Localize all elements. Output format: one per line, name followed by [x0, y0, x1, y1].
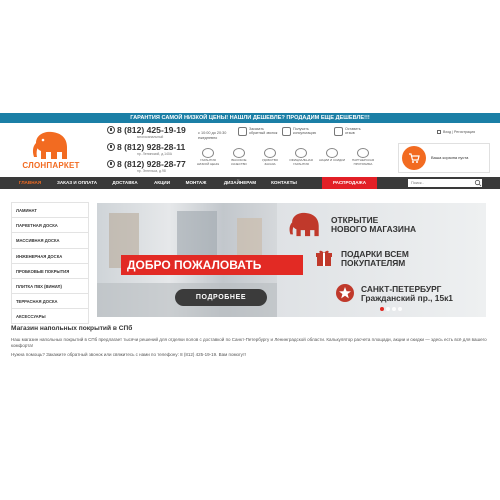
sidebar-item-accessories[interactable]: АКСЕССУАРЫ	[11, 308, 89, 324]
sidebar-item-parquet[interactable]: ПАРКЕТНАЯ ДОСКА	[11, 217, 89, 233]
slider-dot[interactable]	[386, 307, 390, 311]
review-link[interactable]: Оставить отзыв	[334, 127, 370, 136]
phone-icon	[107, 160, 115, 168]
phone-caption-2: пр. Ленинский, д.140А	[137, 152, 173, 156]
badge-discounts: АКЦИИ И СКИДКИ	[318, 148, 346, 163]
nav-designers[interactable]: ДИЗАЙНЕРАМ	[215, 177, 265, 189]
consultation-link[interactable]: Получить консультацию	[282, 127, 326, 136]
badge-partner: ПАРТНЕРСКАЯ ПРОГРАММА	[349, 148, 377, 166]
phone-number-2[interactable]: 8 (812) 928-28-11	[107, 142, 192, 152]
help-paragraph: Нужна помощь? Закажите обратный звонок и…	[11, 352, 247, 357]
promo-slider[interactable]: ДОБРО ПОЖАЛОВАТЬ ПОДРОБНЕЕ ОТКРЫТИЕ НОВОГ…	[97, 203, 486, 317]
location-pin-icon	[336, 284, 354, 302]
phone-block-1: 8 (812) 425-19-19 многоканальный	[107, 125, 192, 139]
phone-caption-1: многоканальный	[137, 135, 164, 139]
nav-order-payment[interactable]: ЗАКАЗ И ОПЛАТА	[51, 177, 103, 189]
promo-opening: ОТКРЫТИЕ НОВОГО МАГАЗИНА	[331, 215, 417, 234]
callback-link[interactable]: Заказать обратный звонок	[238, 127, 278, 136]
main-nav: ГЛАВНАЯ ЗАКАЗ И ОПЛАТА ДОСТАВКА АКЦИИ МО…	[0, 177, 500, 189]
welcome-label: ДОБРО ПОЖАЛОВАТЬ	[121, 255, 303, 275]
sidebar-item-solid-board[interactable]: МАССИВНАЯ ДОСКА	[11, 232, 89, 248]
working-hours: с 10:00 до 20:30 ежедневно	[198, 131, 227, 140]
order-icon	[264, 148, 276, 158]
sidebar-item-laminate[interactable]: ЛАМИНАТ	[11, 202, 89, 218]
intro-paragraph: Наш магазин напольных покрытий в СПб пре…	[11, 337, 487, 348]
guarantee-banner: ГАРАНТИЯ САМОЙ НИЗКОЙ ЦЕНЫ! НАШЛИ ДЕШЕВЛ…	[0, 113, 500, 123]
sidebar-item-engineered-board[interactable]: ИНЖЕНЕРНАЯ ДОСКА	[11, 247, 89, 263]
search-input[interactable]	[408, 179, 482, 187]
nav-contacts[interactable]: КОНТАКТЫ	[266, 177, 302, 189]
nav-sale[interactable]: РАСПРОДАЖА	[322, 177, 377, 189]
site-header: СЛОНПАРКЕТ 8 (812) 425-19-19 многоканаль…	[0, 123, 500, 176]
elephant-icon	[289, 212, 319, 237]
search-icon[interactable]	[473, 179, 483, 187]
lock-icon	[437, 130, 441, 134]
slider-dot[interactable]	[380, 307, 384, 311]
warranty-icon	[295, 148, 307, 158]
slider-dot[interactable]	[392, 307, 396, 311]
sidebar-item-vinyl[interactable]: ПЛИТКА ПВХ (ВИНИЛ)	[11, 277, 89, 294]
nav-promotions[interactable]: АКЦИИ	[147, 177, 177, 189]
main-content: Магазин напольных покрытий в СПб Наш маг…	[11, 325, 487, 361]
badge-warranty: ОФИЦИАЛЬНАЯ ГАРАНТИЯ	[287, 148, 315, 166]
slider-dot[interactable]	[398, 307, 402, 311]
category-sidebar: ЛАМИНАТ ПАРКЕТНАЯ ДОСКА МАССИВНАЯ ДОСКА …	[11, 202, 89, 324]
phone-icon	[238, 127, 247, 136]
phone-icon	[107, 143, 115, 151]
cart-icon	[402, 146, 426, 170]
chat-icon	[282, 127, 291, 136]
phone-number-3[interactable]: 8 (812) 928-28-77	[107, 159, 192, 169]
phone-number-1[interactable]: 8 (812) 425-19-19	[107, 125, 192, 135]
review-icon	[334, 127, 343, 136]
cart-status: Ваша корзина пуста	[431, 155, 469, 160]
sidebar-item-cork[interactable]: ПРОБКОВЫЕ ПОКРЫТИЯ	[11, 262, 89, 278]
phone-icon	[107, 126, 115, 134]
sidebar-item-decking[interactable]: ТЕРРАСНАЯ ДОСКА	[11, 293, 89, 309]
nav-home[interactable]: ГЛАВНАЯ	[10, 177, 50, 189]
badge-order: УДОБСТВО ЗАКАЗА	[256, 148, 284, 166]
badge-low-price: ГАРАНТИЯ НИЗКОЙ ЦЕНЫ	[194, 148, 222, 166]
quality-icon	[233, 148, 245, 158]
badge-quality: ВЫСОКОЕ КАЧЕСТВО	[225, 148, 253, 166]
logo-text: СЛОНПАРКЕТ	[22, 161, 80, 170]
nav-delivery[interactable]: ДОСТАВКА	[104, 177, 146, 189]
nav-installation[interactable]: МОНТАЖ	[178, 177, 214, 189]
logo[interactable]: СЛОНПАРКЕТ	[12, 131, 90, 173]
promo-address: САНКТ-ПЕТЕРБУРГ Гражданский пр., 15к1	[361, 284, 453, 303]
price-icon	[202, 148, 214, 158]
gift-icon	[316, 250, 332, 266]
promo-gifts: ПОДАРКИ ВСЕМ ПОКУПАТЕЛЯМ	[341, 249, 409, 268]
more-button[interactable]: ПОДРОБНЕЕ	[175, 289, 267, 306]
phone-caption-3: пр. Энгельса, д.98	[137, 169, 166, 173]
slider-dots	[380, 307, 404, 311]
page-title: Магазин напольных покрытий в СПб	[11, 325, 133, 332]
phone-block-2: 8 (812) 928-28-11 пр. Ленинский, д.140А	[107, 142, 192, 156]
elephant-logo-icon	[32, 131, 67, 159]
login-register-link[interactable]: Вход | Регистрация	[437, 130, 475, 134]
discount-icon	[326, 148, 338, 158]
cart-widget[interactable]: Ваша корзина пуста	[398, 143, 490, 173]
phone-block-3: 8 (812) 928-28-77 пр. Энгельса, д.98	[107, 159, 192, 173]
partner-icon	[357, 148, 369, 158]
